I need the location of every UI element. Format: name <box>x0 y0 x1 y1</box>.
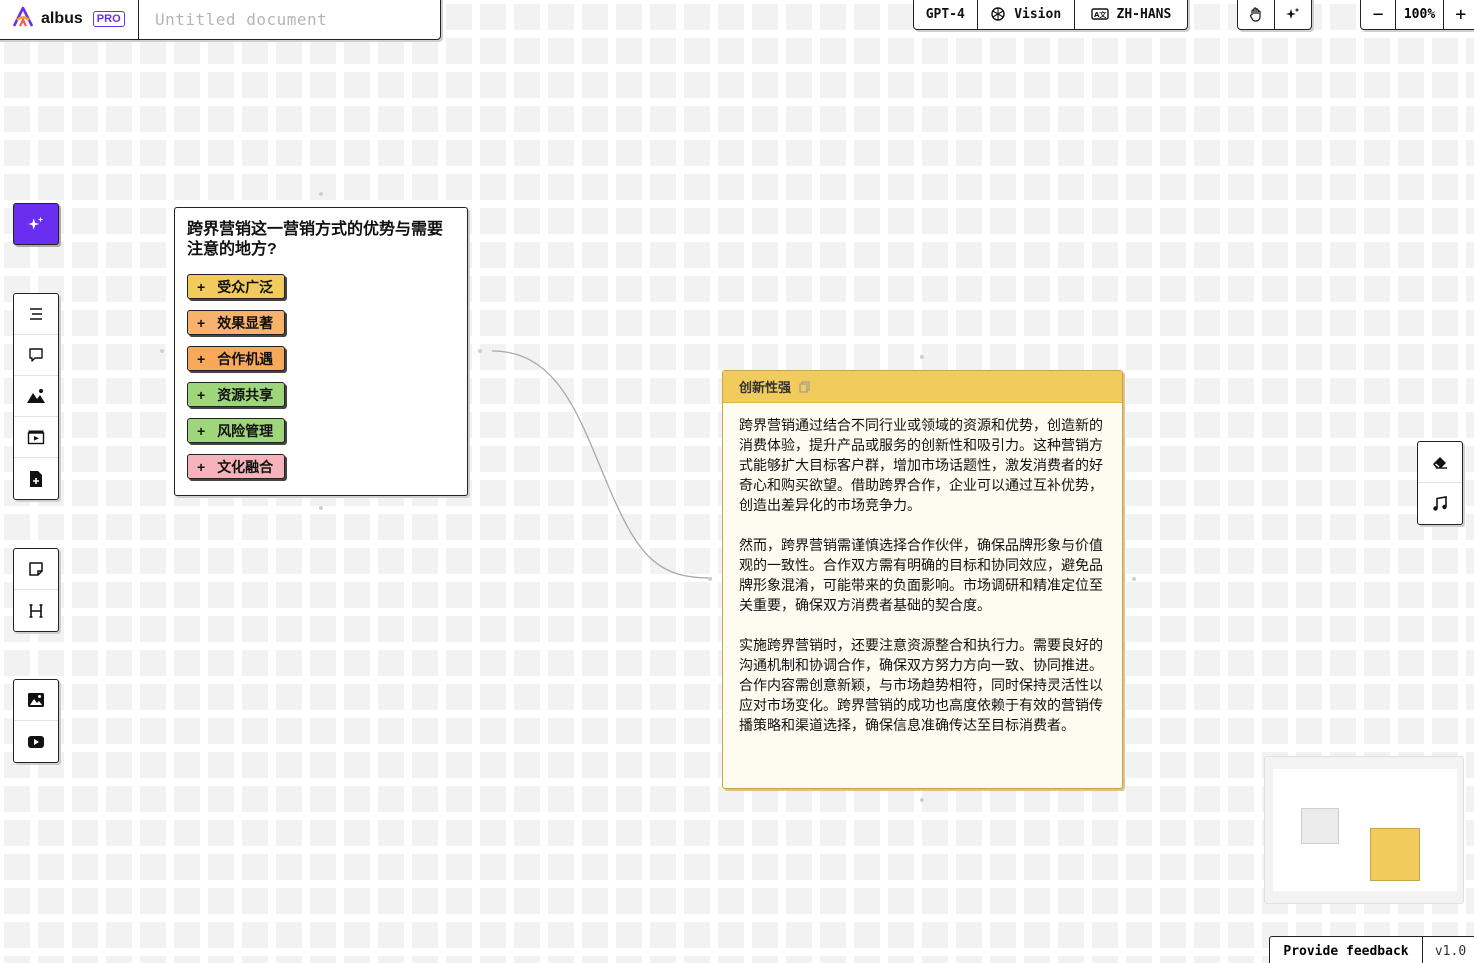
anchor-dot[interactable] <box>920 798 924 802</box>
topic-chip-label: 受众广泛 <box>217 278 274 295</box>
plus-icon: + <box>197 350 206 367</box>
minimap[interactable] <box>1264 756 1464 904</box>
topic-chip-label: 资源共享 <box>217 386 274 403</box>
copy-icon[interactable] <box>799 380 810 393</box>
version-label: v1.0 <box>1423 937 1474 963</box>
topic-chip[interactable]: + 风险管理 <box>187 418 285 443</box>
anchor-dot[interactable] <box>160 349 164 353</box>
topic-chip-label: 文化融合 <box>217 458 274 475</box>
note-body[interactable]: 跨界营销通过结合不同行业或领域的资源和优势，创造新的消费体验，提升产品或服务的创… <box>723 403 1122 735</box>
plus-icon: + <box>197 458 206 475</box>
topic-chip-label: 合作机遇 <box>217 350 274 367</box>
topic-chip[interactable]: + 效果显著 <box>187 310 285 335</box>
minimap-note-card <box>1370 828 1420 881</box>
anchor-dot[interactable] <box>319 192 323 196</box>
plus-icon: + <box>197 386 206 403</box>
feedback-bar: Provide feedback v1.0 <box>1269 936 1474 963</box>
anchor-dot[interactable] <box>920 355 924 359</box>
provide-feedback-button[interactable]: Provide feedback <box>1270 937 1423 963</box>
anchor-dot[interactable] <box>478 349 482 353</box>
topic-chip[interactable]: + 合作机遇 <box>187 346 285 371</box>
question-text: 跨界营销这一营销方式的优势与需要注意的地方? <box>187 221 444 258</box>
version-text: v1.0 <box>1434 943 1467 959</box>
plus-icon: + <box>197 314 206 331</box>
minimap-viewport[interactable] <box>1273 769 1457 891</box>
note-title: 创新性强 <box>739 380 792 395</box>
question-card[interactable]: 跨界营销这一营销方式的优势与需要注意的地方? + 受众广泛 + 效果显著 + 合作机遇… <box>174 207 468 496</box>
note-card[interactable]: 创新性强 跨界营销通过结合不同行业或领域的资源和优势，创造新的消费体验，提升产品… <box>722 370 1123 789</box>
topic-chip-label: 风险管理 <box>217 422 274 439</box>
note-paragraph: 实施跨界营销时，还要注意资源整合和执行力。需要良好的沟通机制和协调合作，确保双方… <box>739 637 1103 733</box>
topic-chip[interactable]: + 文化融合 <box>187 454 285 479</box>
note-paragraph: 跨界营销通过结合不同行业或领域的资源和优势，创造新的消费体验，提升产品或服务的创… <box>739 417 1103 513</box>
topic-chip[interactable]: + 受众广泛 <box>187 274 285 299</box>
anchor-dot[interactable] <box>319 506 323 510</box>
anchor-dot[interactable] <box>708 577 712 581</box>
topic-chip-label: 效果显著 <box>217 314 274 331</box>
plus-icon: + <box>197 422 206 439</box>
minimap-question-card <box>1301 808 1339 844</box>
plus-icon: + <box>197 278 206 295</box>
feedback-label: Provide feedback <box>1283 943 1409 959</box>
topic-chip[interactable]: + 资源共享 <box>187 382 285 407</box>
note-paragraph: 然而，跨界营销需谨慎选择合作伙伴，确保品牌形象与价值观的一致性。合作双方需有明确… <box>739 537 1103 613</box>
anchor-dot[interactable] <box>1132 577 1136 581</box>
note-header[interactable]: 创新性强 <box>723 371 1122 403</box>
topic-chip-list: + 受众广泛 + 效果显著 + 合作机遇 + 资源共享 + 风险管理 + 文化融合 <box>187 274 455 479</box>
